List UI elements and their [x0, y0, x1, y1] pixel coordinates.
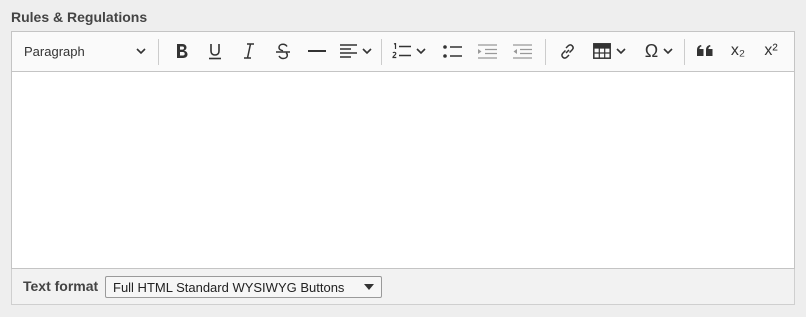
underline-icon	[208, 43, 222, 60]
toolbar-separator	[684, 39, 685, 65]
align-left-icon	[340, 44, 357, 58]
bulleted-list-button[interactable]	[436, 36, 468, 66]
toolbar-separator	[545, 39, 546, 65]
table-dropdown[interactable]	[586, 36, 632, 66]
bold-icon	[175, 43, 189, 59]
outdent-icon	[512, 43, 532, 59]
superscript-icon: x²	[764, 42, 778, 59]
subscript-button[interactable]: x₂	[723, 36, 753, 66]
text-format-bar: Text format Full HTML Standard WYSIWYG B…	[11, 269, 795, 305]
italic-button[interactable]	[234, 36, 264, 66]
italic-icon	[243, 43, 255, 59]
superscript-button[interactable]: x²	[756, 36, 786, 66]
strikethrough-icon	[275, 43, 291, 60]
chevron-down-icon	[615, 47, 626, 55]
horizontal-line-button[interactable]	[302, 36, 332, 66]
underline-button[interactable]	[200, 36, 230, 66]
outdent-button[interactable]	[506, 36, 538, 66]
text-format-select[interactable]: Full HTML Standard WYSIWYG Buttons	[105, 276, 382, 298]
numbered-list-icon	[392, 43, 411, 59]
omega-icon: Ω	[644, 41, 659, 61]
horizontal-line-icon	[308, 49, 326, 53]
strikethrough-button[interactable]	[268, 36, 298, 66]
editor-content-area[interactable]	[12, 72, 794, 268]
alignment-dropdown[interactable]	[335, 36, 377, 66]
toolbar-separator	[381, 39, 382, 65]
toolbar-separator	[158, 39, 159, 65]
quote-icon	[697, 45, 713, 57]
table-icon	[592, 43, 611, 59]
blockquote-button[interactable]	[690, 36, 720, 66]
special-characters-dropdown[interactable]: Ω	[636, 36, 682, 66]
indent-icon	[477, 43, 497, 59]
numbered-list-dropdown[interactable]	[388, 36, 430, 66]
dropdown-arrow-icon	[364, 284, 374, 290]
text-format-label: Text format	[23, 278, 99, 294]
link-icon	[559, 43, 576, 60]
heading-dropdown[interactable]: Paragraph	[18, 36, 152, 66]
text-format-selected-value: Full HTML Standard WYSIWYG Buttons	[113, 279, 345, 295]
subscript-icon: x₂	[730, 42, 746, 59]
link-button[interactable]	[551, 36, 583, 66]
chevron-down-icon	[136, 47, 146, 55]
bold-button[interactable]	[167, 36, 197, 66]
wysiwyg-editor: Paragraph Ω x₂ x²	[11, 31, 795, 269]
bulleted-list-icon	[442, 44, 462, 58]
chevron-down-icon	[362, 47, 372, 55]
chevron-down-icon	[416, 47, 426, 55]
indent-button[interactable]	[471, 36, 503, 66]
editor-toolbar: Paragraph Ω x₂ x²	[12, 32, 794, 72]
field-label: Rules & Regulations	[11, 9, 148, 25]
chevron-down-icon	[663, 47, 673, 55]
heading-dropdown-value: Paragraph	[24, 43, 85, 59]
